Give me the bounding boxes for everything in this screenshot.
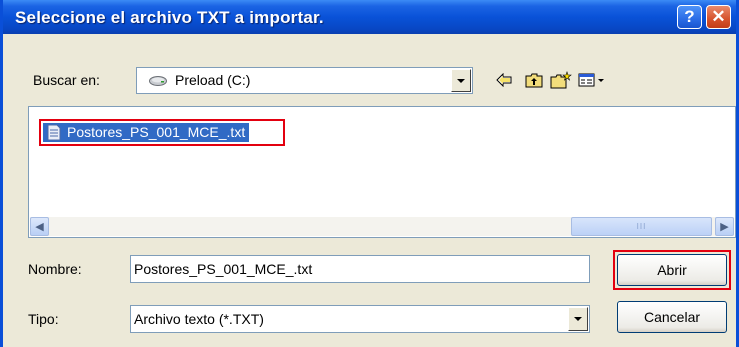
cancel-button[interactable]: Cancelar bbox=[617, 301, 727, 333]
up-folder-icon[interactable] bbox=[523, 69, 545, 91]
file-highlight-box: Postores_PS_001_MCE_.txt bbox=[39, 119, 285, 146]
title-bar-divider bbox=[3, 34, 736, 38]
chevron-left-icon: ◀ bbox=[35, 221, 44, 233]
file-open-dialog: Seleccione el archivo TXT a importar. ? … bbox=[0, 0, 739, 347]
filetype-value: Archivo texto (*.TXT) bbox=[134, 311, 264, 327]
lookin-label: Buscar en: bbox=[33, 72, 100, 88]
filename-label: Nombre: bbox=[28, 261, 82, 277]
filetype-dropdown[interactable]: Archivo texto (*.TXT) bbox=[130, 305, 590, 333]
lookin-dropdown[interactable]: Preload (C:) bbox=[136, 67, 473, 94]
drive-icon bbox=[149, 74, 167, 86]
close-button[interactable]: ✕ bbox=[706, 5, 731, 29]
title-bar[interactable]: Seleccione el archivo TXT a importar. ? … bbox=[3, 0, 736, 34]
view-menu-icon[interactable] bbox=[577, 69, 607, 91]
file-list[interactable]: Postores_PS_001_MCE_.txt ◀ III ▶ bbox=[28, 106, 736, 238]
list-item[interactable]: Postores_PS_001_MCE_.txt bbox=[43, 123, 250, 142]
file-name: Postores_PS_001_MCE_.txt bbox=[67, 124, 246, 140]
open-button[interactable]: Abrir bbox=[617, 254, 727, 286]
chevron-down-icon[interactable] bbox=[568, 307, 588, 331]
text-file-icon bbox=[47, 124, 61, 141]
dialog-title: Seleccione el archivo TXT a importar. bbox=[15, 8, 324, 27]
thumb-grip: III bbox=[636, 222, 647, 231]
new-folder-icon[interactable] bbox=[550, 69, 572, 91]
back-arrow-icon[interactable] bbox=[493, 69, 515, 91]
chevron-down-icon[interactable] bbox=[451, 69, 471, 92]
filetype-label: Tipo: bbox=[28, 311, 59, 327]
lookin-value: Preload (C:) bbox=[175, 72, 251, 88]
help-button[interactable]: ? bbox=[677, 5, 702, 29]
filename-input[interactable]: Postores_PS_001_MCE_.txt bbox=[130, 255, 590, 283]
scroll-right-button[interactable]: ▶ bbox=[715, 217, 734, 236]
horizontal-scrollbar[interactable]: ◀ III ▶ bbox=[30, 217, 734, 236]
scroll-left-button[interactable]: ◀ bbox=[30, 217, 49, 236]
scrollbar-thumb[interactable]: III bbox=[571, 217, 712, 236]
chevron-right-icon: ▶ bbox=[720, 221, 729, 233]
